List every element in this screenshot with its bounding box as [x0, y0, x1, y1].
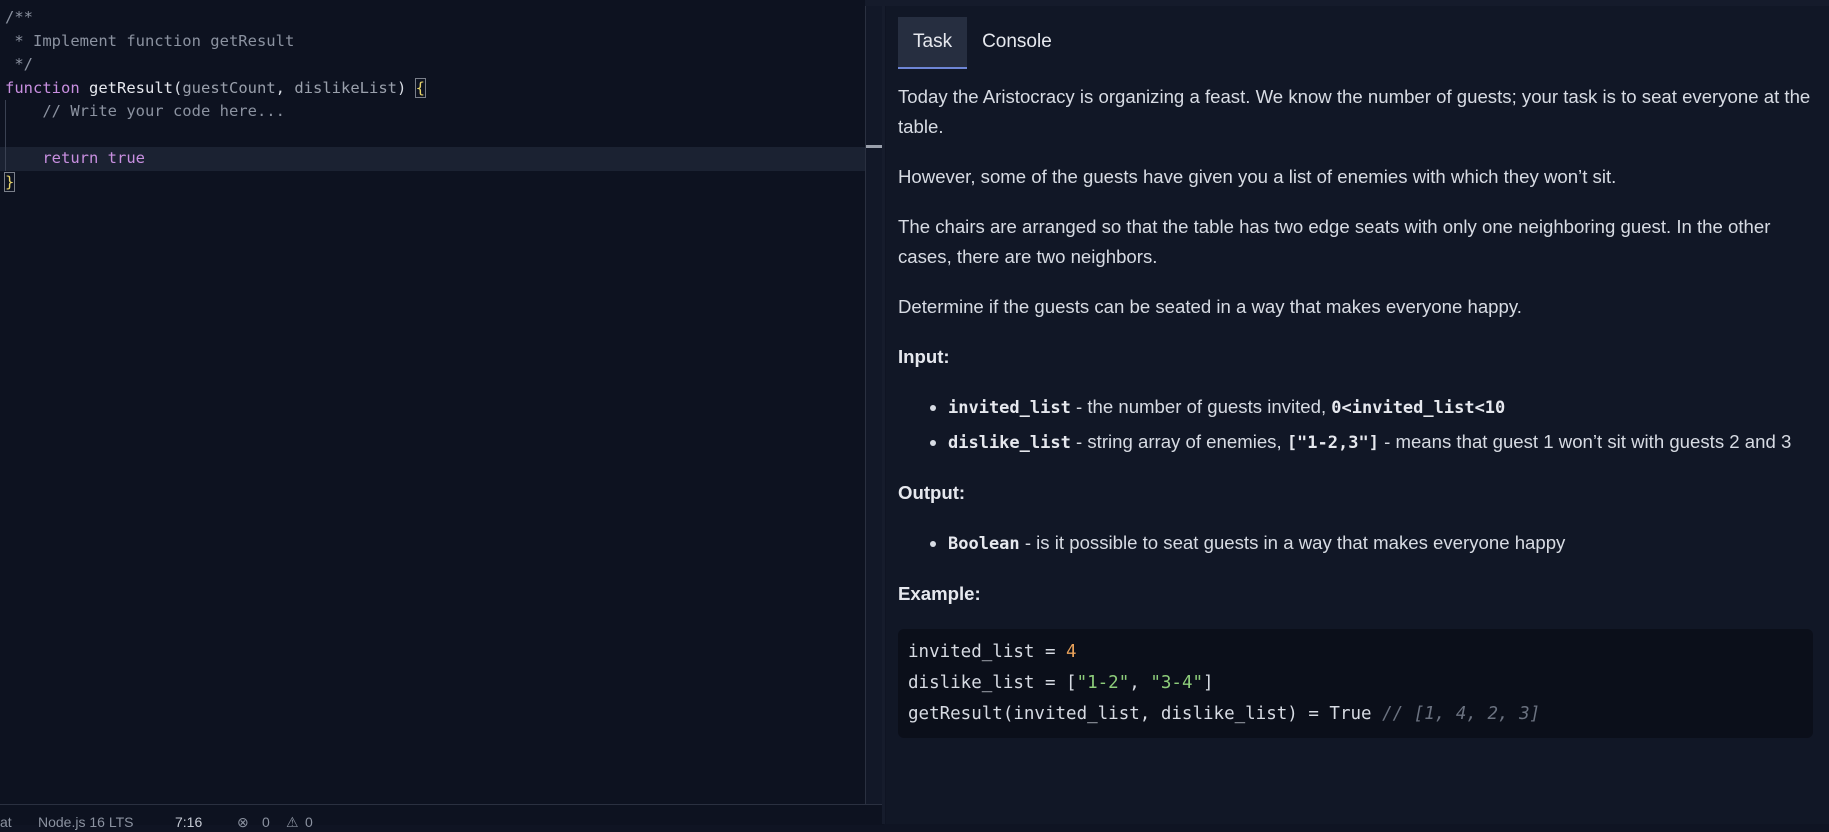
example-code-block: invited_list = 4 dislike_list = ["1-2", … — [898, 629, 1813, 738]
indent-guide — [5, 147, 6, 171]
code-token: // Write your code here... — [5, 102, 285, 120]
output-list: Boolean - is it possible to seat guests … — [898, 528, 1813, 559]
list-item: invited_list - the number of guests invi… — [948, 392, 1813, 423]
task-paragraph: Determine if the guests can be seated in… — [898, 296, 1522, 317]
input-heading: Input: — [898, 346, 950, 367]
tab-task[interactable]: Task — [898, 17, 968, 69]
param-range: 0<invited_list<10 — [1331, 398, 1506, 418]
list-item: Boolean - is it possible to seat guests … — [948, 528, 1813, 559]
code-token: getResult — [89, 78, 173, 97]
code-line[interactable]: return true — [0, 147, 880, 171]
tab-console[interactable]: Console — [967, 17, 1067, 67]
error-count[interactable]: 0 — [262, 812, 270, 832]
code-token: * Implement function getResult — [5, 31, 295, 50]
param-desc: - string array of enemies, — [1070, 431, 1287, 452]
param-name: invited_list — [948, 398, 1071, 418]
return-desc: - is it possible to seat guests in a way… — [1019, 532, 1566, 553]
code-area[interactable]: /** * Implement function getResult */ fun… — [0, 6, 880, 194]
scrollbar-cursor-marker — [866, 145, 882, 148]
code-token: */ — [5, 55, 33, 73]
status-mode: at — [0, 814, 12, 830]
task-paragraph: The chairs are arranged so that the tabl… — [898, 216, 1771, 267]
code-token: } — [3, 171, 16, 192]
tab-bar: Task Console — [898, 17, 1067, 69]
param-desc: - the number of guests invited, — [1070, 396, 1332, 417]
code-line[interactable]: function getResult(guestCount, dislikeLi… — [0, 77, 880, 101]
code-token: { — [414, 77, 427, 98]
code-line[interactable]: * Implement function getResult — [0, 30, 880, 54]
indent-guide — [5, 100, 6, 124]
example-line: getResult(invited_list, dislike_list) = … — [908, 704, 1541, 724]
code-token: /** — [5, 8, 33, 26]
code-line[interactable]: /** — [0, 6, 880, 30]
code-line[interactable]: // Write your code here... — [0, 100, 880, 124]
error-icon: ⊗ — [237, 814, 249, 830]
task-paragraph: Today the Aristocracy is organizing a fe… — [898, 86, 1811, 137]
code-token: function — [5, 78, 89, 97]
param-example: ["1-2,3"] — [1286, 433, 1379, 453]
param-desc: - means that guest 1 won’t sit with gues… — [1378, 431, 1792, 452]
example-heading: Example: — [898, 583, 981, 604]
code-editor[interactable]: /** * Implement function getResult */ fun… — [0, 0, 880, 824]
task-panel: Task Console Today the Aristocracy is or… — [886, 6, 1829, 824]
task-description: Today the Aristocracy is organizing a fe… — [898, 82, 1813, 738]
warning-icon: ⚠ — [286, 814, 299, 830]
warning-count[interactable]: 0 — [305, 812, 313, 832]
output-heading: Output: — [898, 482, 966, 503]
code-line[interactable]: } — [0, 171, 880, 195]
code-token: ( — [173, 78, 183, 97]
task-paragraph: However, some of the guests have given y… — [898, 166, 1617, 187]
code-token: dislikeList — [294, 78, 397, 97]
editor-scrollbar[interactable] — [865, 6, 883, 804]
status-bar: at Node.js 16 LTS 7:16 ⊗ 0 ⚠ 0 — [0, 804, 884, 830]
cursor-position[interactable]: 7:16 — [175, 812, 202, 832]
example-line: dislike_list = ["1-2", "3-4"] — [908, 673, 1214, 693]
list-item: dislike_list - string array of enemies, … — [948, 427, 1813, 458]
code-token: guestCount — [182, 78, 276, 97]
indent-guide — [5, 123, 6, 147]
code-token: true — [107, 149, 145, 167]
code-line[interactable]: */ — [0, 53, 880, 77]
code-token: ) — [397, 78, 416, 97]
input-list: invited_list - the number of guests invi… — [898, 392, 1813, 458]
return-type: Boolean — [948, 534, 1020, 554]
example-line: invited_list = 4 — [908, 642, 1077, 662]
code-token: , — [275, 78, 295, 97]
pane-divider[interactable] — [882, 6, 885, 824]
param-name: dislike_list — [948, 433, 1071, 453]
code-line[interactable] — [0, 123, 880, 147]
runtime-label[interactable]: Node.js 16 LTS — [38, 812, 133, 832]
code-token: return — [5, 149, 108, 167]
